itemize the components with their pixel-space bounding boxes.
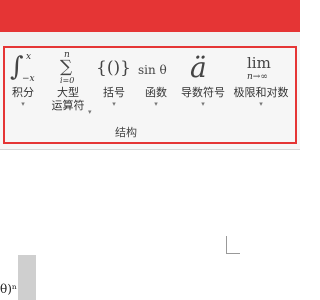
limit-log-button[interactable]: lim n→∞ 极限和对数 ▾ bbox=[230, 50, 292, 109]
chevron-down-icon: ▾ bbox=[21, 100, 25, 108]
bracket-icon: {()} bbox=[96, 58, 131, 78]
integral-button[interactable]: ∫ x −x 积分 ▾ bbox=[6, 50, 40, 109]
structure-group-label: 结构 bbox=[115, 126, 137, 139]
integral-label: 积分 bbox=[12, 86, 34, 99]
limit-log-icon: lim n→∞ bbox=[247, 54, 271, 83]
document-canvas[interactable] bbox=[0, 150, 300, 300]
function-button[interactable]: sin θ 函数 ▾ bbox=[136, 50, 176, 109]
chevron-down-icon: ▾ bbox=[201, 100, 205, 108]
accent-button[interactable]: ä 导数符号 ▾ bbox=[178, 50, 228, 109]
accent-label: 导数符号 bbox=[181, 86, 225, 99]
integral-icon: ∫ x −x bbox=[10, 52, 35, 84]
large-operator-label: 大型 运算符 bbox=[51, 86, 85, 112]
page-corner-marker bbox=[226, 236, 240, 254]
ribbon-tab-strip bbox=[0, 32, 300, 46]
bracket-button[interactable]: {()} 括号 ▾ bbox=[96, 50, 132, 109]
chevron-down-icon: ▾ bbox=[112, 100, 116, 108]
function-label: 函数 bbox=[145, 86, 167, 99]
formula-fragment[interactable]: θ)ⁿ bbox=[0, 282, 17, 296]
function-icon: sin θ bbox=[138, 63, 167, 77]
large-operator-button[interactable]: n ∑ i=0 大型 运算符 ▾ bbox=[44, 50, 92, 116]
chevron-down-icon: ▾ bbox=[154, 100, 158, 108]
bracket-label: 括号 bbox=[103, 86, 125, 99]
accent-icon: ä bbox=[190, 51, 207, 84]
chevron-down-icon: ▾ bbox=[259, 100, 263, 108]
chevron-down-icon: ▾ bbox=[88, 108, 92, 116]
equation-placeholder[interactable] bbox=[18, 255, 36, 300]
title-bar bbox=[0, 0, 300, 32]
limit-log-label: 极限和对数 bbox=[233, 86, 289, 99]
large-operator-icon: n ∑ i=0 bbox=[60, 50, 75, 85]
